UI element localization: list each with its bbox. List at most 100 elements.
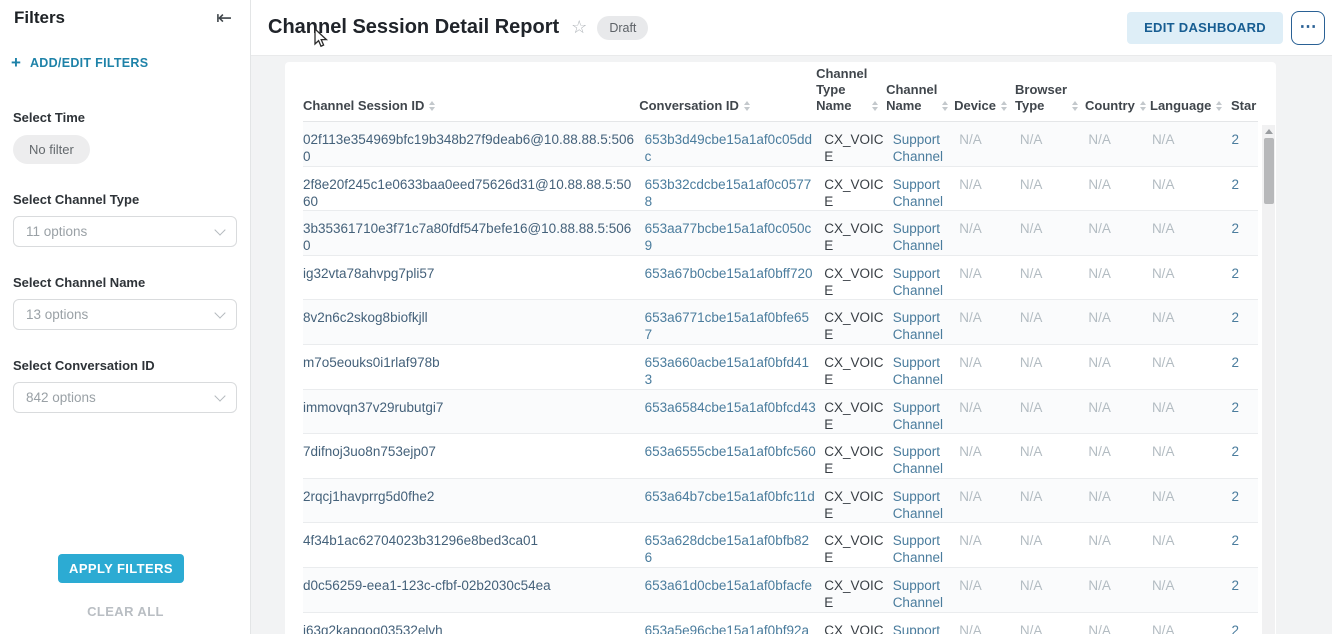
- cell-channel_name[interactable]: Support Channel: [893, 443, 960, 477]
- column-header-session_id[interactable]: Channel Session ID: [303, 98, 639, 114]
- cell-session_id[interactable]: 4f34b1ac62704023b31296e8bed3ca01: [303, 532, 645, 549]
- cell-start[interactable]: 2: [1218, 354, 1258, 371]
- cell-session_id[interactable]: 7difnoj3uo8n753ejp07: [303, 443, 645, 460]
- cell-session_id[interactable]: d0c56259-eea1-123c-cfbf-02b2030c54ea: [303, 577, 645, 594]
- column-header-country[interactable]: Country: [1085, 98, 1150, 114]
- table-row[interactable]: 2f8e20f245c1e0633baa0eed75626d31@10.88.8…: [303, 167, 1258, 212]
- cell-session_id[interactable]: 8v2n6c2skog8biofkjll: [303, 309, 645, 326]
- cell-channel_name[interactable]: Support Channel: [893, 399, 960, 433]
- sort-icon[interactable]: [1072, 101, 1078, 111]
- cell-device: N/A: [959, 532, 1020, 549]
- table-row[interactable]: 02f113e354969bfc19b348b27f9deab6@10.88.8…: [303, 122, 1258, 167]
- column-header-device[interactable]: Device: [954, 98, 1015, 114]
- cell-channel_name[interactable]: Support Channel: [893, 265, 960, 299]
- more-options-button[interactable]: ⋯: [1291, 11, 1325, 45]
- cell-start[interactable]: 2: [1218, 488, 1258, 505]
- cell-channel_name[interactable]: Support Channel: [893, 176, 960, 210]
- cell-channel_name[interactable]: Support Channel: [893, 577, 960, 611]
- scroll-up-arrow-icon[interactable]: [1265, 129, 1273, 134]
- star-icon[interactable]: ☆: [571, 17, 587, 38]
- cell-country: N/A: [1088, 131, 1152, 148]
- table-row[interactable]: 7difnoj3uo8n753ejp07653a6555cbe15a1af0bf…: [303, 434, 1258, 479]
- sort-icon[interactable]: [1001, 101, 1007, 111]
- cell-start[interactable]: 2: [1218, 131, 1258, 148]
- sort-icon[interactable]: [872, 101, 878, 111]
- cell-channel_name[interactable]: Support Channel: [893, 354, 960, 388]
- cell-browser_type: N/A: [1020, 443, 1088, 460]
- cell-session_id[interactable]: m7o5eouks0i1rlaf978b: [303, 354, 645, 371]
- column-header-channel_name[interactable]: Channel Name: [886, 82, 954, 114]
- table-row[interactable]: i63g2kapqoq03532elvh653a5e96cbe15a1af0bf…: [303, 613, 1258, 634]
- cell-start[interactable]: 2: [1218, 265, 1258, 282]
- edit-dashboard-button[interactable]: EDIT DASHBOARD: [1127, 12, 1283, 44]
- cell-session_id[interactable]: ig32vta78ahvpg7pli57: [303, 265, 645, 282]
- cell-channel_name[interactable]: Support Channel: [893, 532, 960, 566]
- cell-start[interactable]: 2: [1218, 309, 1258, 326]
- cell-channel_name[interactable]: Support Channel: [893, 131, 960, 165]
- column-header-browser_type[interactable]: Browser Type: [1015, 82, 1085, 114]
- sort-icon[interactable]: [429, 101, 435, 111]
- cell-session_id[interactable]: 2rqcj1havprrg5d0fhe2: [303, 488, 645, 505]
- table-row[interactable]: 3b35361710e3f71c7a80fdf547befe16@10.88.8…: [303, 211, 1258, 256]
- cell-session_id[interactable]: 2f8e20f245c1e0633baa0eed75626d31@10.88.8…: [303, 176, 645, 210]
- cell-conversation_id[interactable]: 653a6584cbe15a1af0bfcd43: [645, 399, 825, 416]
- channel-name-select-value: 13 options: [26, 307, 88, 322]
- table-row[interactable]: m7o5eouks0i1rlaf978b653a660acbe15a1af0bf…: [303, 345, 1258, 390]
- collapse-sidebar-icon[interactable]: ⇤: [216, 8, 232, 30]
- cell-start[interactable]: 2: [1218, 176, 1258, 193]
- cell-session_id[interactable]: immovqn37v29rubutgi7: [303, 399, 645, 416]
- cell-start[interactable]: 2: [1218, 622, 1258, 634]
- table-vertical-scrollbar[interactable]: [1262, 125, 1275, 634]
- cell-start[interactable]: 2: [1218, 577, 1258, 594]
- table-row[interactable]: d0c56259-eea1-123c-cfbf-02b2030c54ea653a…: [303, 568, 1258, 613]
- cell-session_id[interactable]: i63g2kapqoq03532elvh: [303, 622, 645, 634]
- column-header-language[interactable]: Language: [1150, 98, 1218, 114]
- add-edit-filters-button[interactable]: + ADD/EDIT FILTERS: [11, 56, 250, 70]
- cell-start[interactable]: 2: [1218, 532, 1258, 549]
- cell-channel_name[interactable]: Support Channel: [893, 488, 960, 522]
- column-header-channel_type_name[interactable]: Channel Type Name: [816, 66, 886, 114]
- cell-channel_name[interactable]: Support Channel: [893, 622, 960, 634]
- table-row[interactable]: ig32vta78ahvpg7pli57653a67b0cbe15a1af0bf…: [303, 256, 1258, 301]
- cell-conversation_id[interactable]: 653a67b0cbe15a1af0bff720: [645, 265, 825, 282]
- cell-conversation_id[interactable]: 653b3d49cbe15a1af0c05ddc: [645, 131, 825, 165]
- cell-conversation_id[interactable]: 653a64b7cbe15a1af0bfc11d: [645, 488, 825, 505]
- column-header-conversation_id[interactable]: Conversation ID: [639, 98, 816, 114]
- cell-conversation_id[interactable]: 653a628dcbe15a1af0bfb826: [645, 532, 825, 566]
- cell-conversation_id[interactable]: 653a5e96cbe15a1af0bf92a7: [645, 622, 825, 634]
- cell-conversation_id[interactable]: 653a660acbe15a1af0bfd413: [645, 354, 825, 388]
- table-row[interactable]: 2rqcj1havprrg5d0fhe2653a64b7cbe15a1af0bf…: [303, 479, 1258, 524]
- sort-icon[interactable]: [1140, 101, 1146, 111]
- cell-start[interactable]: 2: [1218, 399, 1258, 416]
- cell-country: N/A: [1088, 622, 1152, 634]
- cell-conversation_id[interactable]: 653b32cdcbe15a1af0c05778: [645, 176, 825, 210]
- cell-session_id[interactable]: 02f113e354969bfc19b348b27f9deab6@10.88.8…: [303, 131, 645, 165]
- cell-channel_name[interactable]: Support Channel: [893, 220, 960, 254]
- table-row[interactable]: 8v2n6c2skog8biofkjll653a6771cbe15a1af0bf…: [303, 300, 1258, 345]
- channel-name-select[interactable]: 13 options: [13, 299, 237, 330]
- cell-conversation_id[interactable]: 653a6771cbe15a1af0bfe657: [645, 309, 825, 343]
- channel-type-select[interactable]: 11 options: [13, 216, 237, 247]
- cell-conversation_id[interactable]: 653aa77bcbe15a1af0c050c9: [645, 220, 825, 254]
- status-badge: Draft: [597, 16, 648, 40]
- time-filter-chip[interactable]: No filter: [13, 135, 90, 164]
- column-header-start[interactable]: Star: [1218, 98, 1258, 114]
- cell-conversation_id[interactable]: 653a6555cbe15a1af0bfc560: [645, 443, 825, 460]
- table-row[interactable]: 4f34b1ac62704023b31296e8bed3ca01653a628d…: [303, 523, 1258, 568]
- clear-all-button[interactable]: CLEAR ALL: [0, 604, 251, 619]
- scrollbar-thumb[interactable]: [1264, 138, 1274, 204]
- apply-filters-button[interactable]: APPLY FILTERS: [58, 554, 184, 583]
- cell-start[interactable]: 2: [1218, 443, 1258, 460]
- table-body: 02f113e354969bfc19b348b27f9deab6@10.88.8…: [303, 122, 1258, 634]
- cell-session_id[interactable]: 3b35361710e3f71c7a80fdf547befe16@10.88.8…: [303, 220, 645, 254]
- cell-start[interactable]: 2: [1218, 220, 1258, 237]
- table-row[interactable]: immovqn37v29rubutgi7653a6584cbe15a1af0bf…: [303, 390, 1258, 435]
- sort-icon[interactable]: [744, 101, 750, 111]
- cell-conversation_id[interactable]: 653a61d0cbe15a1af0bfacfe: [645, 577, 825, 594]
- cell-channel_name[interactable]: Support Channel: [893, 309, 960, 343]
- column-label: Channel Type Name: [816, 66, 867, 114]
- channel-type-select-value: 11 options: [26, 224, 87, 239]
- sort-icon[interactable]: [942, 101, 948, 111]
- cell-language: N/A: [1152, 488, 1219, 505]
- conversation-id-select[interactable]: 842 options: [13, 382, 237, 413]
